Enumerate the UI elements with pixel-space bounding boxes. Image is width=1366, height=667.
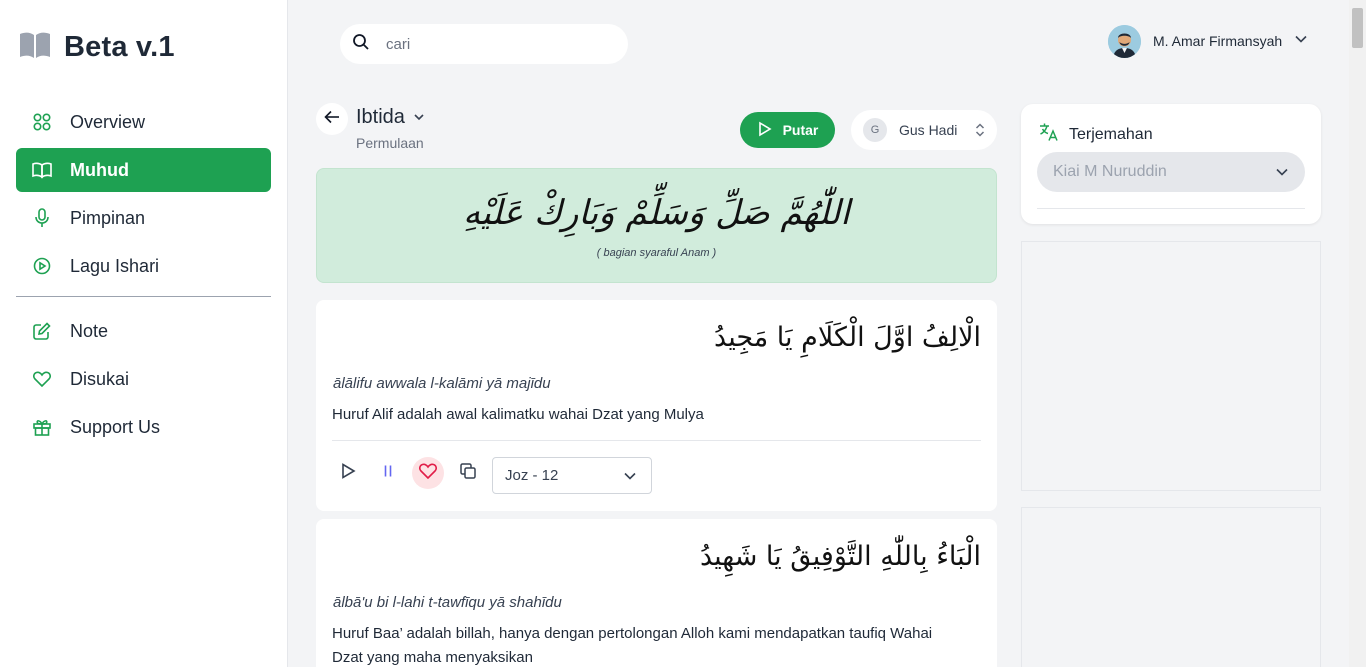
play-verse-button[interactable]: [332, 457, 364, 489]
play-button[interactable]: Putar: [740, 112, 835, 148]
pause-icon: [381, 464, 395, 483]
translation-panel: Terjemahan Kiai M Nuruddin: [1021, 104, 1321, 224]
gift-icon: [32, 417, 52, 437]
sidebar-item-label: Note: [70, 320, 109, 341]
chevron-down-icon: [1275, 165, 1289, 184]
play-circle-icon: [32, 256, 52, 276]
arrow-left-icon: [324, 110, 340, 129]
translate-icon: [1039, 122, 1059, 147]
sidebar-item-disukai[interactable]: Disukai: [16, 357, 271, 401]
banner-note: ( bagian syaraful Anam ): [596, 247, 717, 259]
play-icon: [340, 462, 356, 484]
sidebar-nav: Overview Muhud Pimpinan Lagu Ishari Note…: [16, 100, 271, 453]
juz-value: Joz - 12: [505, 467, 559, 484]
reciter-select[interactable]: G Gus Hadi: [851, 110, 997, 150]
verse-transliteration: ālbā'u bi l-lahi t-tawfīqu yā shahīdu: [333, 594, 562, 611]
nav-divider: [16, 296, 271, 297]
panel-divider: [1037, 208, 1305, 209]
page-subtitle: Permulaan: [356, 135, 424, 151]
heart-icon: [32, 369, 52, 389]
reciter-avatar: G: [863, 118, 887, 142]
title-group: Ibtida Permulaan: [356, 106, 425, 151]
brand-title: Beta v.1: [64, 31, 175, 63]
sidebar-item-label: Support Us: [70, 416, 161, 437]
sidebar-item-label: Muhud: [70, 159, 129, 180]
sidebar-item-muhud[interactable]: Muhud: [16, 148, 271, 192]
chevron-down-icon: [413, 106, 425, 129]
edit-icon: [32, 321, 52, 341]
page-title-dropdown[interactable]: Ibtida: [356, 106, 425, 129]
user-name: M. Amar Firmansyah: [1153, 33, 1283, 49]
brand[interactable]: Beta v.1: [18, 30, 175, 65]
translator-select[interactable]: Kiai M Nuruddin: [1037, 152, 1305, 192]
search-bar[interactable]: [340, 24, 628, 64]
heart-icon: [419, 463, 437, 484]
book-open-icon: [18, 30, 52, 65]
search-input[interactable]: [386, 35, 596, 53]
sidebar-item-overview[interactable]: Overview: [16, 100, 271, 144]
sidebar: Beta v.1 Overview Muhud Pimpinan Lagu Is…: [0, 0, 288, 667]
user-menu[interactable]: M. Amar Firmansyah: [1108, 24, 1308, 58]
sidebar-item-lagu-ishari[interactable]: Lagu Ishari: [16, 244, 271, 288]
page-title: Ibtida: [356, 106, 405, 128]
translator-value: Kiai M Nuruddin: [1053, 163, 1167, 180]
chevron-up-down-icon: [975, 122, 985, 141]
verse-card: الْالِفُ اوَّلَ الْكَلَامِ يَا مَجِيدُ ā…: [316, 300, 997, 511]
verse-card: الْبَاءُ بِاللّٰهِ التَّوْفِيقُ يَا شَهِ…: [316, 519, 997, 667]
verse-meaning: Huruf Baa’ adalah billah, hanya dengan p…: [332, 625, 933, 666]
book-icon: [32, 160, 52, 180]
pause-verse-button[interactable]: [372, 457, 404, 489]
like-verse-button[interactable]: [412, 457, 444, 489]
verse-actions: [332, 457, 484, 489]
reciter-name: Gus Hadi: [899, 122, 958, 138]
copy-icon: [460, 462, 476, 484]
verse-arabic: الْالِفُ اوَّلَ الْكَلَامِ يَا مَجِيدُ: [714, 322, 981, 353]
play-label: Putar: [782, 122, 819, 138]
ad-placeholder: [1021, 507, 1321, 667]
sidebar-item-note[interactable]: Note: [16, 309, 271, 353]
avatar: [1108, 24, 1141, 58]
sidebar-item-label: Disukai: [70, 368, 130, 389]
sidebar-item-support-us[interactable]: Support Us: [16, 405, 271, 449]
back-button[interactable]: [316, 103, 348, 135]
verse-arabic: الْبَاءُ بِاللّٰهِ التَّوْفِيقُ يَا شَهِ…: [699, 541, 981, 572]
copy-verse-button[interactable]: [452, 457, 484, 489]
translation-header: Terjemahan: [1039, 122, 1153, 147]
verse-meaning: Huruf Alif adalah awal kalimatku wahai D…: [332, 406, 704, 423]
card-divider: [332, 440, 981, 441]
juz-select[interactable]: Joz - 12: [492, 457, 652, 494]
search-icon: [352, 33, 370, 56]
chevron-down-icon: [623, 469, 637, 487]
sidebar-item-label: Overview: [70, 111, 146, 132]
sholawat-banner: اللّٰهُمَّ صَلِّ وَسَلِّمْ وَبَارِكْ عَل…: [316, 168, 997, 283]
sidebar-item-label: Pimpinan: [70, 207, 146, 228]
sidebar-item-label: Lagu Ishari: [70, 255, 160, 276]
play-icon: [757, 121, 773, 140]
grid-icon: [32, 112, 52, 132]
scrollbar[interactable]: [1349, 0, 1366, 667]
sidebar-item-pimpinan[interactable]: Pimpinan: [16, 196, 271, 240]
scrollbar-thumb[interactable]: [1352, 8, 1363, 48]
verse-transliteration: ālālifu awwala l-kalāmi yā majīdu: [333, 375, 551, 392]
chevron-down-icon: [1294, 32, 1308, 51]
ad-placeholder: [1021, 241, 1321, 491]
translation-title: Terjemahan: [1069, 125, 1153, 143]
banner-arabic: اللّٰهُمَّ صَلِّ وَسَلِّمْ وَبَارِكْ عَل…: [463, 193, 850, 233]
microphone-icon: [32, 208, 52, 228]
